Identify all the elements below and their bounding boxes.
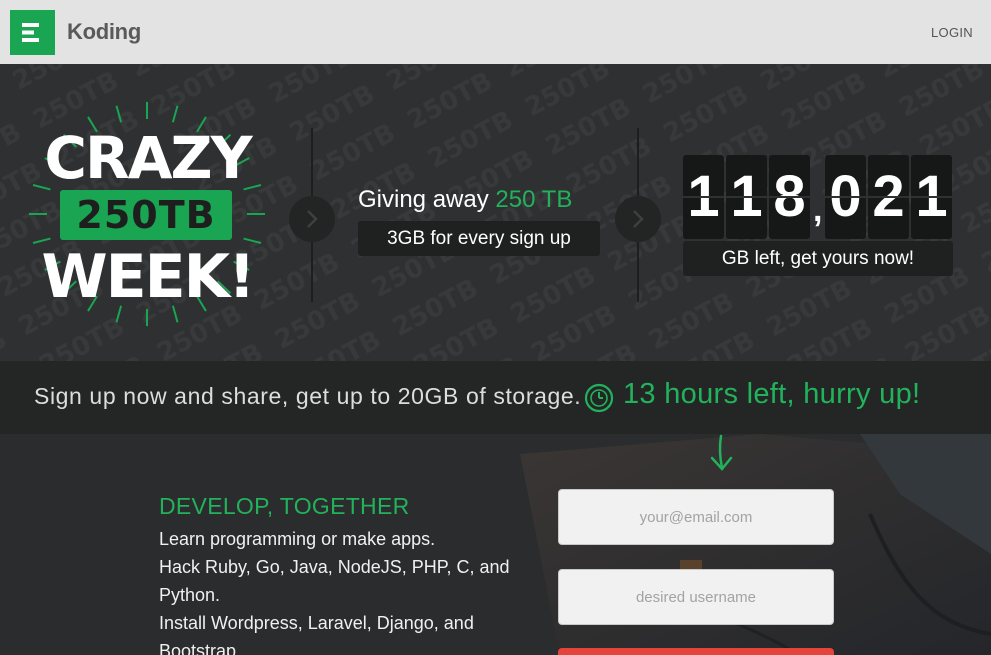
per-signup-label: 3GB for every sign up: [358, 221, 600, 256]
badge-250tb: 250TB: [60, 190, 232, 240]
brand-name[interactable]: Koding: [67, 19, 141, 45]
counter-caption: GB left, get yours now!: [683, 241, 953, 276]
burst-ray: [171, 105, 179, 123]
clock-icon: [584, 383, 614, 413]
badge-week: WEEK!: [41, 242, 255, 312]
counter-separator: ,: [813, 191, 823, 229]
background-photo: [0, 434, 991, 655]
login-link[interactable]: LOGIN: [931, 25, 973, 40]
email-field[interactable]: [558, 489, 834, 545]
giving-amount: 250 TB: [495, 186, 573, 213]
counter-digit: 1: [911, 155, 952, 239]
description-line: Install Wordpress, Laravel, Django, and: [159, 613, 474, 633]
counter-digit: 8: [769, 155, 810, 239]
signup-button[interactable]: [558, 648, 834, 655]
description-line: Learn programming or make apps.: [159, 529, 436, 549]
burst-ray: [115, 105, 123, 123]
counter-digit: 1: [683, 155, 724, 239]
counter-digit: 1: [726, 155, 767, 239]
username-field[interactable]: [558, 569, 834, 625]
description-line: Bootstrap.: [159, 641, 242, 655]
promo-strip: Sign up now and share, get up to 20GB of…: [0, 361, 991, 434]
arrow-down-icon: [710, 434, 733, 471]
hurry-up-text: 13 hours left, hurry up!: [623, 378, 921, 410]
giving-away-text: Giving away 250 TB: [358, 186, 572, 214]
counter-digit: 2: [868, 155, 909, 239]
develop-together-heading: DEVELOP, TOGETHER: [159, 493, 410, 519]
chevron-right-icon: [615, 196, 661, 242]
giving-prefix: Giving away: [358, 186, 496, 213]
description-line: Python.: [159, 585, 221, 605]
counter-digit: 0: [825, 155, 866, 239]
signup-share-text: Sign up now and share, get up to 20GB of…: [34, 383, 582, 409]
koding-logo-icon[interactable]: [10, 10, 55, 55]
signup-section: DEVELOP, TOGETHER Learn programming or m…: [0, 434, 991, 655]
crazy-250tb-week-badge: CRAZY 250TB WEEK!: [20, 92, 275, 337]
hero-banner: 250TB CRAZY 250TB WEEK! Giving away 250 …: [0, 64, 991, 361]
top-bar: Koding LOGIN: [0, 0, 991, 64]
description-line: Hack Ruby, Go, Java, NodeJS, PHP, C, and: [159, 557, 510, 577]
chevron-right-icon: [289, 196, 335, 242]
badge-crazy: CRAZY: [44, 124, 252, 192]
